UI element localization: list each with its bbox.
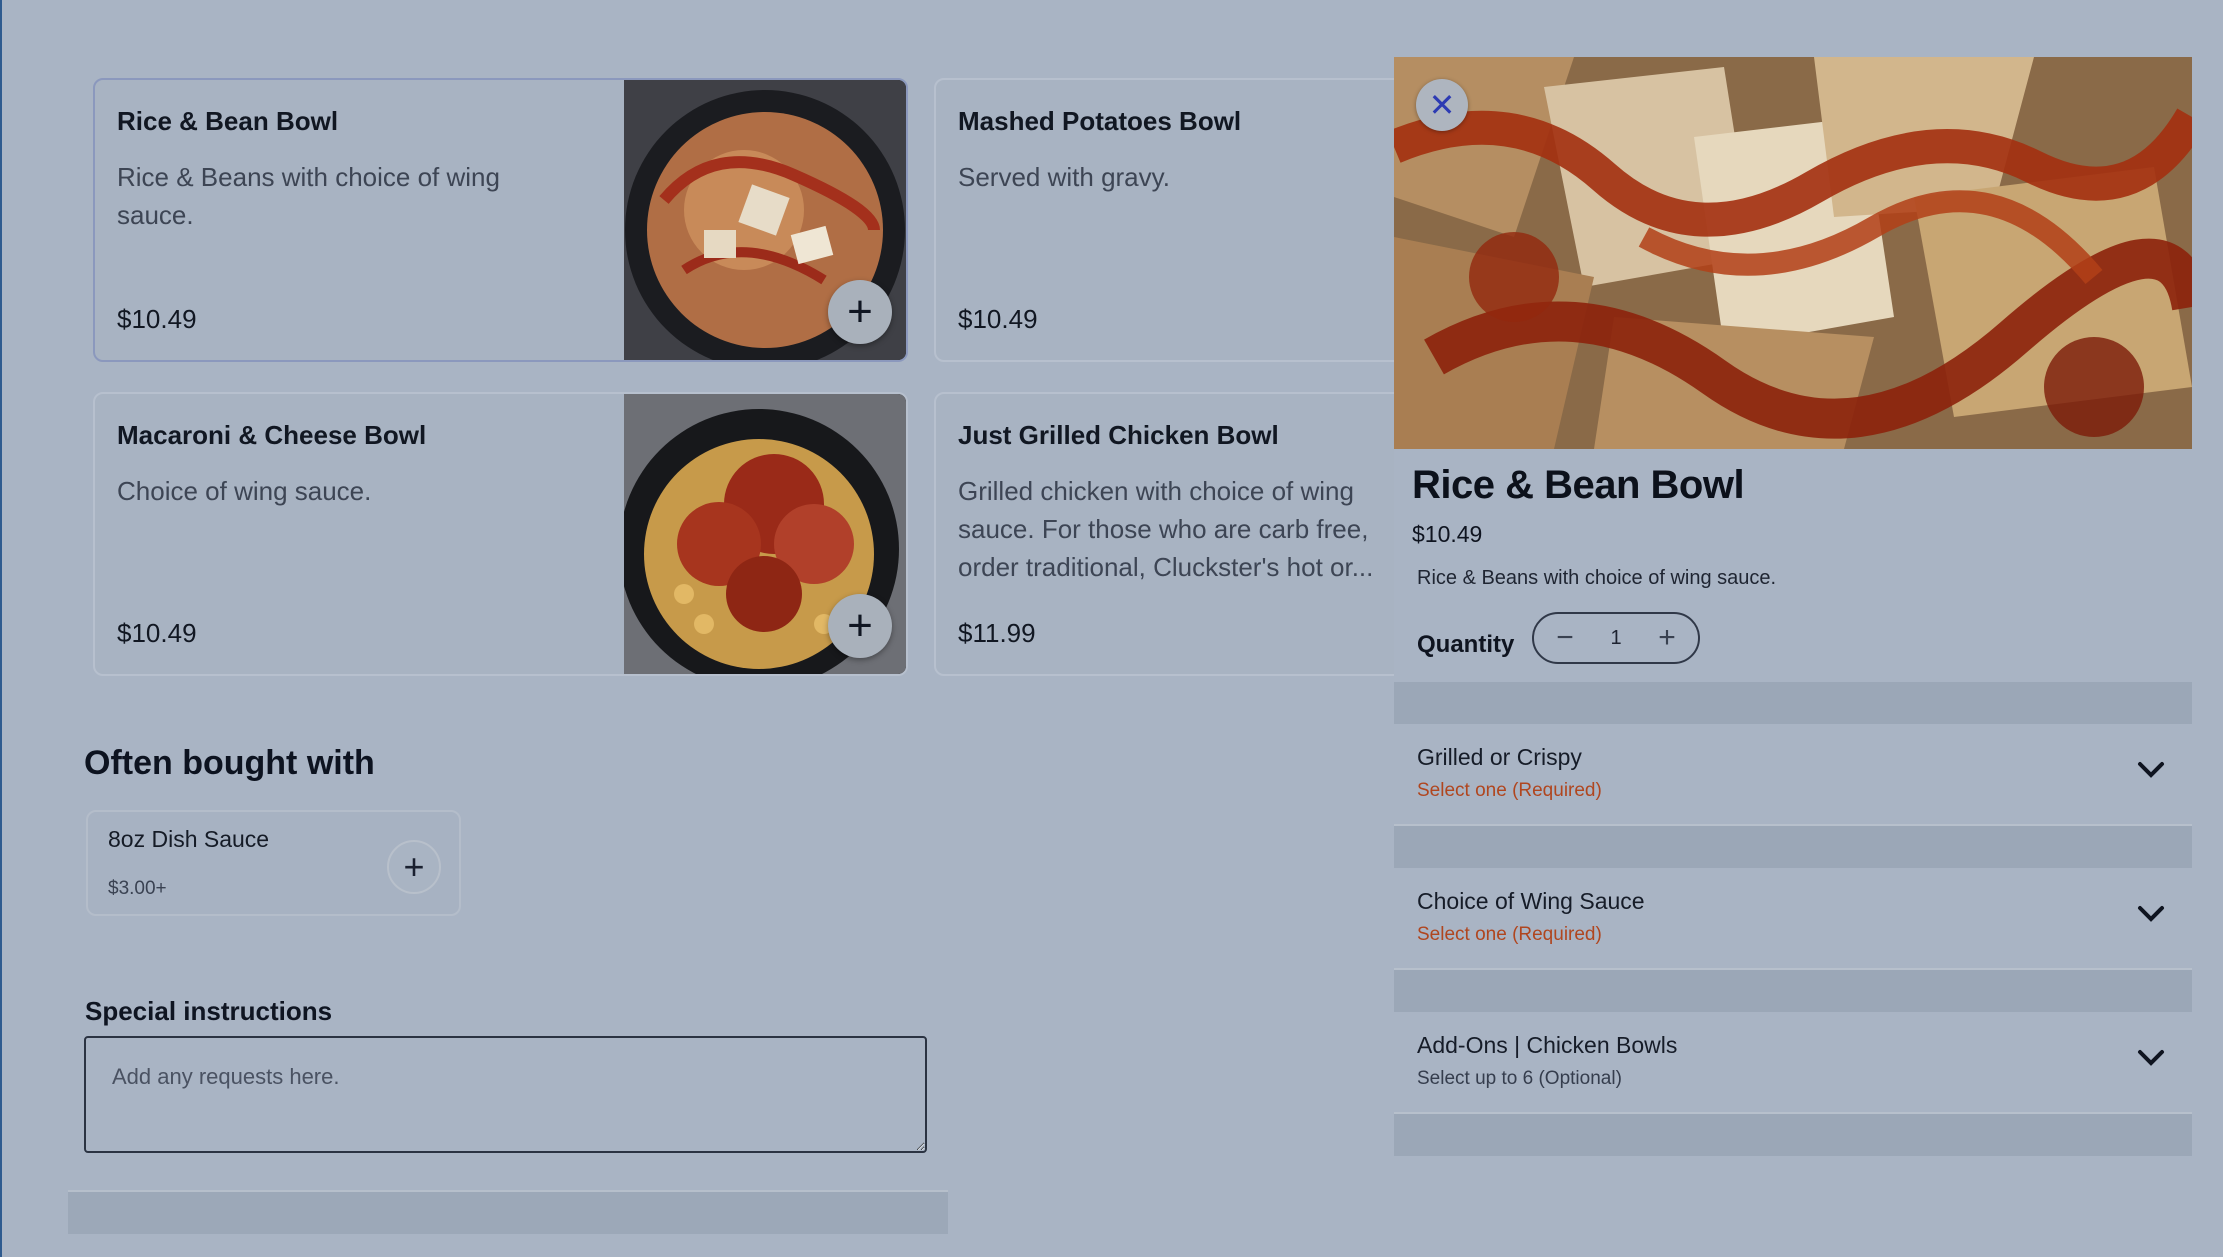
menu-card-description: Rice & Beans with choice of wing sauce.: [117, 162, 500, 230]
chevron-down-icon[interactable]: [2134, 752, 2168, 786]
minus-icon[interactable]: −: [1550, 621, 1580, 655]
menu-card-description: Grilled chicken with choice of wing sauc…: [958, 476, 1374, 582]
item-title: Rice & Bean Bowl: [1412, 463, 1745, 507]
often-bought-item-name: 8oz Dish Sauce: [108, 826, 270, 852]
often-bought-heading: Often bought with: [84, 744, 375, 782]
menu-card-description: Served with gravy.: [958, 162, 1170, 192]
plus-icon: +: [403, 846, 425, 887]
option-title: Add-Ons | Chicken Bowls: [1417, 1032, 1678, 1058]
menu-card-price: $10.49: [117, 618, 197, 648]
item-hero-photo: ✕: [1394, 57, 2192, 449]
menu-card-title: Rice & Bean Bowl: [117, 106, 339, 136]
menu-card-title: Mashed Potatoes Bowl: [958, 106, 1242, 136]
close-icon: ✕: [1428, 87, 1456, 123]
plus-icon: +: [847, 287, 873, 336]
option-title: Choice of Wing Sauce: [1417, 888, 1645, 914]
menu-card-description: Choice of wing sauce.: [117, 476, 372, 506]
section-divider: [1394, 682, 2192, 724]
plus-icon[interactable]: +: [1652, 621, 1682, 655]
chevron-down-icon[interactable]: [2134, 1040, 2168, 1074]
option-add-ons-chicken-bowls[interactable]: Add-Ons | Chicken Bowls Select up to 6 (…: [1394, 1012, 2192, 1114]
quantity-stepper: − 1 +: [1532, 612, 1700, 664]
bottom-bar: [68, 1190, 948, 1234]
chevron-down-icon[interactable]: [2134, 896, 2168, 930]
item-price: $10.49: [1412, 521, 1483, 547]
menu-card-price: $11.99: [958, 618, 1036, 648]
item-description: Rice & Beans with choice of wing sauce.: [1417, 567, 1777, 589]
option-choice-of-wing-sauce[interactable]: Choice of Wing Sauce Select one (Require…: [1394, 868, 2192, 970]
add-to-cart-button[interactable]: +: [828, 280, 892, 344]
plus-icon: +: [847, 601, 873, 650]
menu-card-just-grilled-chicken-bowl[interactable]: Just Grilled Chicken Bowl Grilled chicke…: [934, 392, 1454, 676]
item-detail-panel: ✕ Rice & Bean Bowl $10.49 Rice & Beans w…: [1394, 57, 2192, 1257]
add-to-cart-button[interactable]: +: [828, 594, 892, 658]
menu-card-rice-bean-bowl[interactable]: Rice & Bean Bowl Rice & Beans with choic…: [93, 78, 908, 362]
menu-card-macaroni-cheese-bowl[interactable]: Macaroni & Cheese Bowl Choice of wing sa…: [93, 392, 908, 676]
often-bought-item-price: $3.00+: [108, 878, 167, 899]
special-instructions-input[interactable]: [84, 1036, 927, 1153]
menu-card-title: Just Grilled Chicken Bowl: [958, 420, 1279, 450]
often-bought-item[interactable]: 8oz Dish Sauce $3.00+ +: [86, 810, 461, 916]
special-instructions-label: Special instructions: [85, 996, 333, 1026]
menu-card-price: $10.49: [117, 304, 197, 334]
quantity-value: 1: [1610, 626, 1622, 649]
add-often-bought-button[interactable]: +: [387, 840, 441, 894]
option-requirement: Select up to 6 (Optional): [1417, 1068, 1622, 1089]
section-divider: [1394, 826, 2192, 868]
quantity-label: Quantity: [1417, 631, 1515, 658]
close-button[interactable]: ✕: [1416, 79, 1468, 131]
option-title: Grilled or Crispy: [1417, 744, 1582, 770]
menu-page: Rice & Bean Bowl Rice & Beans with choic…: [0, 0, 2223, 1257]
menu-card-price: $10.49: [958, 304, 1038, 334]
option-grilled-or-crispy[interactable]: Grilled or Crispy Select one (Required): [1394, 724, 2192, 826]
section-divider: [1394, 1114, 2192, 1156]
menu-card-mashed-potatoes-bowl[interactable]: Mashed Potatoes Bowl Served with gravy. …: [934, 78, 1454, 362]
option-requirement: Select one (Required): [1417, 780, 1602, 801]
menu-card-title: Macaroni & Cheese Bowl: [117, 420, 427, 450]
section-divider: [1394, 970, 2192, 1012]
window-edge: [0, 0, 2, 1257]
option-requirement: Select one (Required): [1417, 924, 1602, 945]
